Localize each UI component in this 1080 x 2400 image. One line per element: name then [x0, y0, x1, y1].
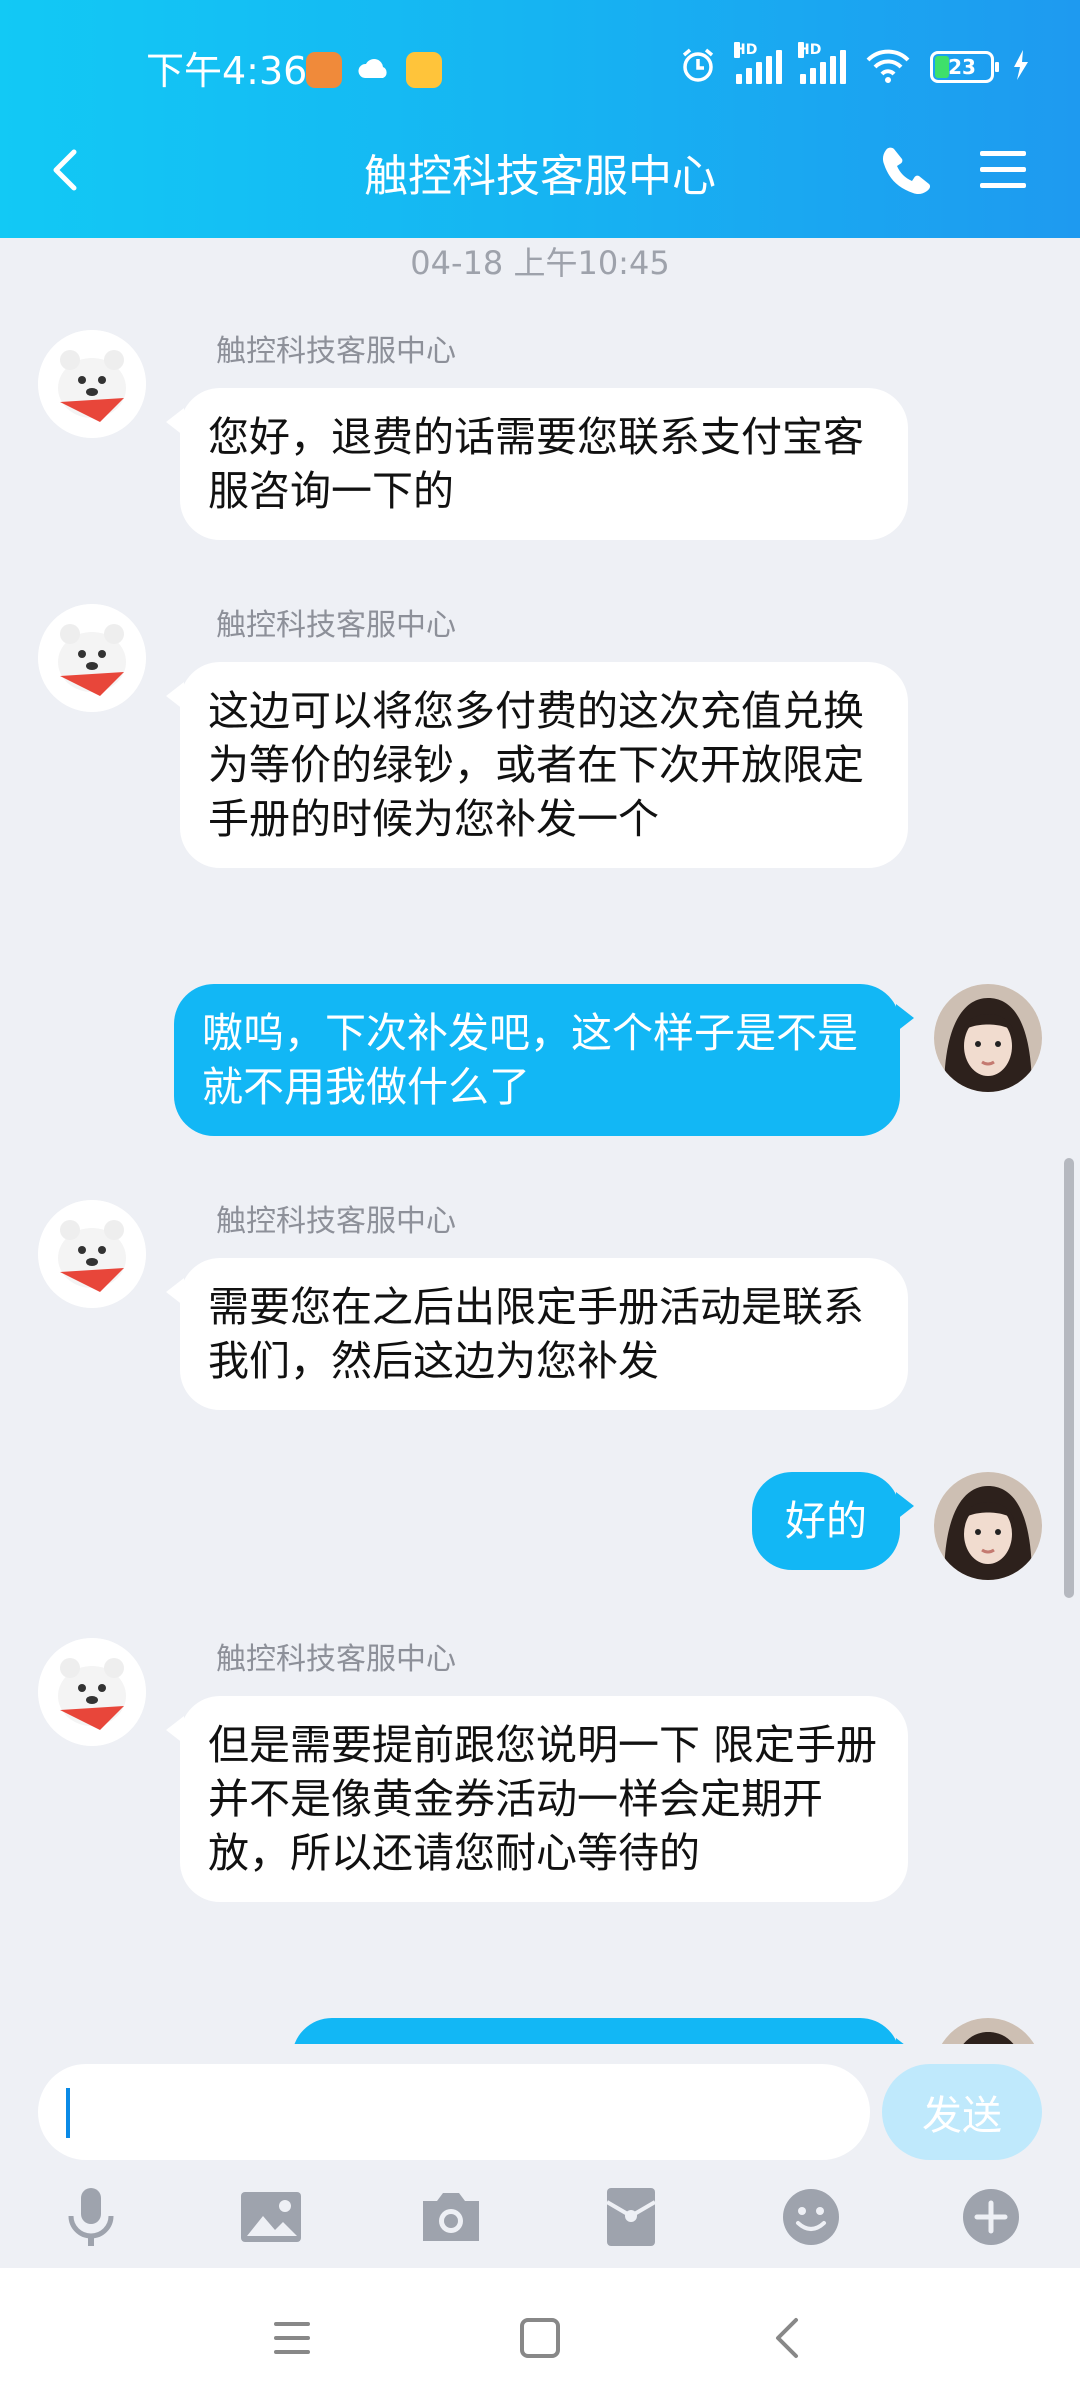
send-button[interactable]: 发送: [882, 2064, 1042, 2160]
emoji-icon[interactable]: [776, 2182, 846, 2252]
camera-icon[interactable]: [416, 2182, 486, 2252]
home-icon[interactable]: [510, 2308, 570, 2368]
menu-icon[interactable]: [978, 148, 1028, 192]
plus-icon[interactable]: [956, 2182, 1026, 2252]
signal-icon: HD: [734, 42, 782, 84]
incoming-message[interactable]: 需要您在之后出限定手册活动是联系我们，然后这边为您补发: [166, 1258, 908, 1410]
outgoing-message-partial[interactable]: [292, 2018, 914, 2044]
status-right: HD HD 23: [678, 42, 1030, 89]
status-time: 下午4:36: [146, 49, 308, 93]
sender-name: 触控科技客服中心: [216, 608, 456, 643]
incoming-message[interactable]: 但是需要提前跟您说明一下 限定手册并不是像黄金券活动一样会定期开放，所以还请您耐…: [166, 1696, 908, 1902]
chat-area[interactable]: 04-18 上午10:45 触控科技客服中心 您好，退费的话需要您联系支付宝客服…: [0, 238, 1080, 2044]
battery-fill: [935, 56, 949, 78]
system-back-icon[interactable]: [758, 2308, 818, 2368]
incoming-message[interactable]: 您好，退费的话需要您联系支付宝客服咨询一下的: [166, 388, 908, 540]
recent-apps-icon[interactable]: [262, 2308, 322, 2368]
battery-icon: 23: [930, 51, 999, 83]
header: 下午4:36 HD HD 23 触控科技客服中心: [0, 0, 1080, 238]
message-timestamp: 04-18 上午10:45: [410, 244, 670, 282]
image-icon[interactable]: [236, 2182, 306, 2252]
agent-avatar[interactable]: [38, 1638, 146, 1746]
signal-icon-2: HD: [798, 42, 846, 84]
microphone-icon[interactable]: [56, 2182, 126, 2252]
composer: 发送: [0, 2044, 1080, 2268]
sender-name: 触控科技客服中心: [216, 1642, 456, 1677]
outgoing-message[interactable]: 好的: [752, 1472, 914, 1570]
scrollbar[interactable]: [1064, 1158, 1074, 1598]
red-packet-icon[interactable]: [596, 2182, 666, 2252]
user-avatar[interactable]: [934, 1472, 1042, 1580]
alarm-icon: [678, 45, 718, 89]
agent-avatar[interactable]: [38, 604, 146, 712]
agent-avatar[interactable]: [38, 330, 146, 438]
text-cursor: [66, 2088, 70, 2138]
status-bar: 下午4:36 HD HD 23: [0, 0, 1080, 140]
phone-icon[interactable]: [880, 143, 934, 197]
charging-icon: [1012, 50, 1030, 84]
sender-name: 触控科技客服中心: [216, 1204, 456, 1239]
user-avatar[interactable]: [934, 2018, 1042, 2044]
wifi-icon: [864, 46, 912, 88]
incoming-message[interactable]: 这边可以将您多付费的这次充值兑换为等价的绿钞，或者在下次开放限定手册的时候为您补…: [166, 662, 908, 868]
composer-toolbar: [0, 2182, 1080, 2258]
outgoing-message[interactable]: 嗷呜，下次补发吧，这个样子是不是就不用我做什么了: [174, 984, 914, 1136]
message-input[interactable]: [38, 2064, 870, 2160]
agent-avatar[interactable]: [38, 1200, 146, 1308]
cloud-icon: [356, 52, 392, 88]
app-notification-icon: [306, 52, 342, 88]
system-navigation-bar: [0, 2268, 1080, 2400]
user-avatar[interactable]: [934, 984, 1042, 1092]
sender-name: 触控科技客服中心: [216, 334, 456, 369]
battery-level: 23: [948, 55, 976, 79]
weibo-icon: [406, 52, 442, 88]
